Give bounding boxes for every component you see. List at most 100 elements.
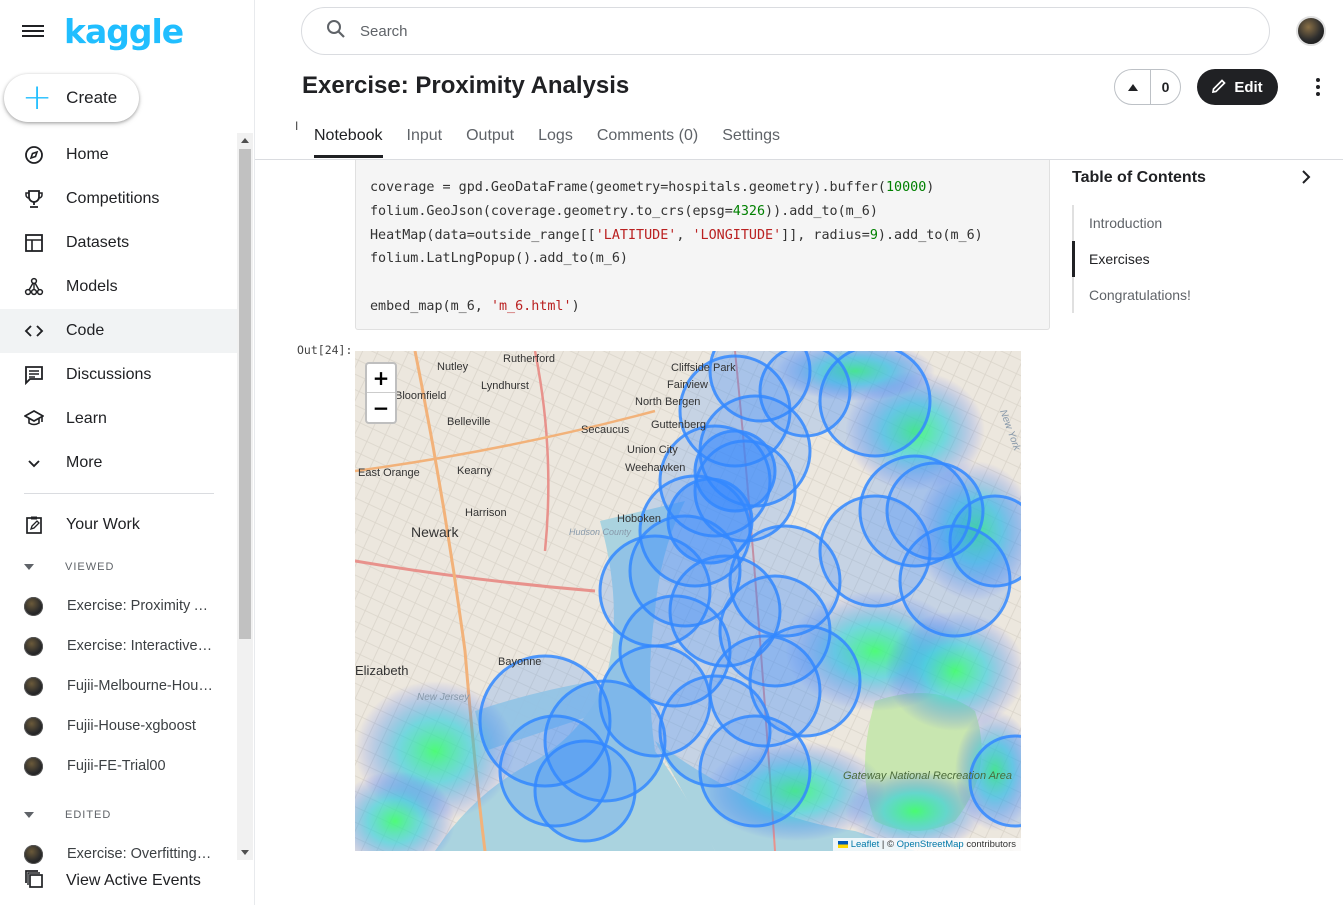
viewed-item[interactable]: Exercise: Interactive Maps [0,626,237,666]
tab-comments[interactable]: Comments (0) [597,118,698,158]
pencil-icon [1212,78,1227,96]
zoom-in-button[interactable]: + [367,364,395,393]
viewed-item[interactable]: Fujii-Melbourne-House-Prices [0,666,237,706]
scroll-down-icon[interactable] [241,850,249,855]
nav-more[interactable]: More [0,441,237,485]
user-avatar[interactable] [1296,16,1326,46]
vote-count: 0 [1161,79,1170,95]
leaflet-link[interactable]: Leaflet [851,839,880,850]
map-attribution: Leaflet | © OpenStreetMap contributors [832,838,1021,851]
map-label: Harrison [465,507,507,519]
main-nav: Home Competitions Datasets Models Code D… [0,133,237,485]
viewed-section-toggle[interactable]: VIEWED [24,561,114,573]
map-label: Hoboken [617,513,661,525]
map-canvas: Rutherford Nutley Lyndhurst Cliffside Pa… [355,351,1021,851]
tab-input[interactable]: Input [407,118,443,158]
nav-label: Home [66,146,109,163]
code-line: folium.LatLngPopup().add_to(m_6) [370,251,628,267]
more-vert-icon[interactable] [1308,76,1328,98]
sidebar-scrollbar[interactable] [237,133,253,860]
zoom-control: + − [365,362,397,424]
code-line: HeatMap(data=outside_range[['LATITUDE', … [370,227,983,243]
compass-icon [24,145,44,165]
nav-code[interactable]: Code [0,309,237,353]
edit-label: Edit [1234,78,1263,96]
nav-label: Competitions [66,190,160,207]
map-label: Secaucus [581,424,630,436]
code-icon [24,321,44,341]
zoom-out-button[interactable]: − [367,393,395,422]
menu-icon[interactable] [22,22,44,40]
caret-down-icon [24,564,34,570]
code-cell[interactable]: coverage = gpd.GeoDataFrame(geometry=hos… [355,160,1050,330]
map-label: North Bergen [635,396,700,408]
nav-competitions[interactable]: Competitions [0,177,237,221]
avatar [24,636,43,656]
vote-widget: 0 [1114,69,1181,105]
map-label: Bloomfield [395,390,446,402]
map-label: Fairview [667,379,708,391]
nav-label: Models [66,278,118,295]
nav-your-work[interactable]: Your Work [0,503,237,547]
map-label: New Jersey [417,692,470,703]
toc-item[interactable]: Introduction [1072,205,1302,241]
search-bar[interactable] [301,7,1270,55]
attribution-sep: | © [879,839,897,850]
viewed-header: VIEWED [65,561,115,573]
chevron-right-icon[interactable] [1300,169,1312,190]
toc-item[interactable]: Congratulations! [1072,277,1302,313]
map-label: Cliffside Park [671,362,736,374]
nav-label: Your Work [66,516,140,533]
kaggle-logo[interactable]: kaggle [64,12,184,51]
tab-notebook[interactable]: Notebook [314,118,383,158]
map-label: Guttenberg [651,419,706,431]
sidebar: kaggle + Create Home Competitions Datase… [0,0,255,905]
viewed-item-label: Exercise: Interactive Maps [67,638,213,654]
search-icon [326,19,346,44]
view-active-events[interactable]: View Active Events [0,861,237,901]
map-label: Kearny [457,465,492,477]
nav-discussions[interactable]: Discussions [0,353,237,397]
map-label: Hudson County [569,527,632,537]
arrow-up-icon [1127,83,1138,91]
nav-learn[interactable]: Learn [0,397,237,441]
nav-models[interactable]: Models [0,265,237,309]
avatar [24,716,43,736]
viewed-item[interactable]: Fujii-FE-Trial00 [0,746,237,786]
tab-output[interactable]: Output [466,118,514,158]
toc-item-active[interactable]: Exercises [1072,241,1302,277]
edited-section-toggle[interactable]: EDITED [24,809,111,821]
folium-map[interactable]: Rutherford Nutley Lyndhurst Cliffside Pa… [355,351,1021,851]
osm-link[interactable]: OpenStreetMap [897,839,964,850]
avatar [24,676,43,696]
ukraine-flag-icon [837,840,848,848]
attribution-tail: contributors [963,839,1016,850]
scroll-up-icon[interactable] [241,138,249,143]
divider [24,493,214,494]
avatar [24,756,43,776]
viewed-item[interactable]: Exercise: Proximity Analysis [0,586,237,626]
tab-settings[interactable]: Settings [722,118,780,158]
viewed-item[interactable]: Fujii-House-xgboost [0,706,237,746]
nav-datasets[interactable]: Datasets [0,221,237,265]
nav-home[interactable]: Home [0,133,237,177]
edited-header: EDITED [65,809,112,821]
notebook-tabs: Notebook Input Output Logs Comments (0) … [314,118,804,158]
tab-logs[interactable]: Logs [538,118,573,158]
map-label: Rutherford [503,353,555,365]
page-title: Exercise: Proximity Analysis [302,72,630,99]
search-input[interactable] [360,22,1220,40]
nav-label: Discussions [66,366,152,383]
scroll-thumb[interactable] [239,149,251,639]
viewed-item-label: Fujii-FE-Trial00 [67,758,166,774]
table-icon [24,233,44,253]
create-button[interactable]: + Create [4,74,139,122]
nav-label: More [66,454,103,471]
map-label: Belleville [447,416,490,428]
upvote-button[interactable] [1115,70,1151,104]
code-line: embed_map(m_6, 'm_6.html') [370,298,580,314]
code-line: folium.GeoJson(coverage.geometry.to_crs(… [370,203,878,219]
viewed-item-label: Exercise: Proximity Analysis [67,598,213,614]
map-label: Bayonne [498,656,541,668]
edit-button[interactable]: Edit [1197,69,1278,105]
